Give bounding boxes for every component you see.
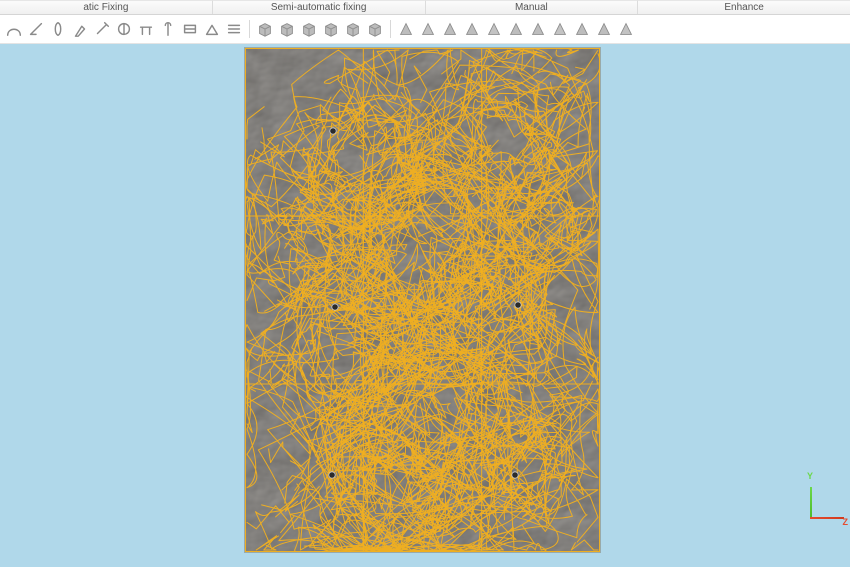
viewport-3d[interactable]: Y Z — [0, 44, 850, 567]
hammer-tool[interactable] — [136, 19, 156, 39]
tab-semi[interactable]: Semi-automatic fixing — [213, 0, 426, 14]
tri-extrude-icon[interactable] — [616, 19, 636, 39]
tab-fixing[interactable]: atic Fixing — [0, 0, 213, 14]
axis-y-label: Y — [807, 471, 813, 481]
axis-z-label: Z — [843, 517, 849, 527]
pin-tool[interactable] — [158, 19, 178, 39]
axis-gizmo: Y Z — [806, 483, 846, 523]
axis-y-line — [810, 487, 812, 519]
tri-shade-icon[interactable] — [440, 19, 460, 39]
box-grid-icon[interactable] — [365, 19, 385, 39]
tri-hard-icon[interactable] — [550, 19, 570, 39]
loop-tool[interactable] — [114, 19, 134, 39]
knife-tool[interactable] — [92, 19, 112, 39]
wand-tool[interactable] — [70, 19, 90, 39]
tri-solid-icon[interactable] — [396, 19, 416, 39]
box-clip-icon[interactable] — [343, 19, 363, 39]
box-solid-icon[interactable] — [255, 19, 275, 39]
box-del-icon[interactable] — [321, 19, 341, 39]
tri-smooth-icon[interactable] — [528, 19, 548, 39]
box-wire-icon[interactable] — [277, 19, 297, 39]
toolbar — [0, 15, 850, 44]
mode-tabbar: atic Fixing Semi-automatic fixing Manual… — [0, 0, 850, 15]
brush-tool[interactable] — [48, 19, 68, 39]
remesh-tool[interactable] — [224, 19, 244, 39]
mesh-canvas[interactable] — [245, 48, 600, 552]
tab-manual[interactable]: Manual — [426, 0, 639, 14]
select-tool[interactable] — [4, 19, 24, 39]
axis-z-line — [810, 517, 844, 519]
toolbar-separator — [249, 20, 250, 38]
box-add-icon[interactable] — [299, 19, 319, 39]
tri-flip-icon[interactable] — [418, 19, 438, 39]
toolbar-separator — [390, 20, 391, 38]
shell-tool[interactable] — [180, 19, 200, 39]
lasso-tool[interactable] — [26, 19, 46, 39]
tri-collapse-icon[interactable] — [594, 19, 614, 39]
patch-tool[interactable] — [202, 19, 222, 39]
tri-expand-icon[interactable] — [572, 19, 592, 39]
tab-enhance[interactable]: Enhance — [638, 0, 850, 14]
tri-wire-icon[interactable] — [462, 19, 482, 39]
tri-create-icon[interactable] — [484, 19, 504, 39]
tri-cut-icon[interactable] — [506, 19, 526, 39]
